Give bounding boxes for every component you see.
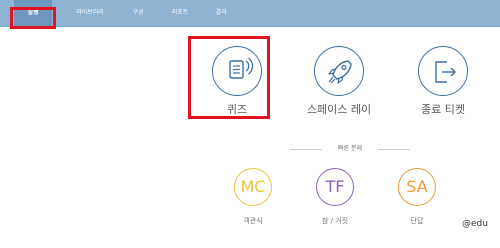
- true-false-button[interactable]: TF 참 / 거짓: [306, 168, 366, 240]
- multiple-choice-button[interactable]: MC 객관식: [224, 168, 284, 240]
- mc-icon: MC: [234, 168, 272, 206]
- short-answer-button[interactable]: SA 단답: [388, 168, 448, 240]
- true-false-label: 참 / 거짓: [321, 217, 349, 225]
- short-answer-label: 단답: [410, 217, 424, 225]
- space-race-button[interactable]: 스페이스 레이: [290, 32, 380, 116]
- quick-question-title: 빠른 문제: [338, 145, 362, 152]
- sa-icon: SA: [398, 168, 436, 206]
- nav-tab-rooms[interactable]: 구성: [124, 0, 152, 27]
- rocket-icon: [314, 46, 364, 96]
- brand-mark: @edu: [462, 219, 488, 229]
- nav-tab-results[interactable]: 결과: [206, 0, 236, 27]
- exit-ticket-button[interactable]: 종료 티켓: [394, 32, 484, 116]
- quiz-button[interactable]: 퀴즈: [188, 32, 278, 116]
- quiz-icon: [212, 46, 262, 96]
- divider-right: [378, 149, 410, 150]
- top-nav-bar: 실행 라이브러리 구성 리포트 결과: [0, 0, 500, 27]
- quiz-label: 퀴즈: [226, 103, 248, 116]
- exit-ticket-label: 종료 티켓: [421, 103, 465, 116]
- nav-tab-library[interactable]: 라이브러리: [64, 0, 116, 27]
- exit-ticket-icon: [418, 46, 468, 96]
- multiple-choice-label: 객관식: [243, 217, 263, 225]
- tf-icon: TF: [316, 168, 354, 206]
- space-race-label: 스페이스 레이: [306, 103, 372, 116]
- nav-tab-launch[interactable]: 실행: [14, 0, 52, 27]
- nav-tab-reports[interactable]: 리포트: [162, 0, 198, 27]
- quick-question-heading: 빠른 문제: [290, 142, 410, 156]
